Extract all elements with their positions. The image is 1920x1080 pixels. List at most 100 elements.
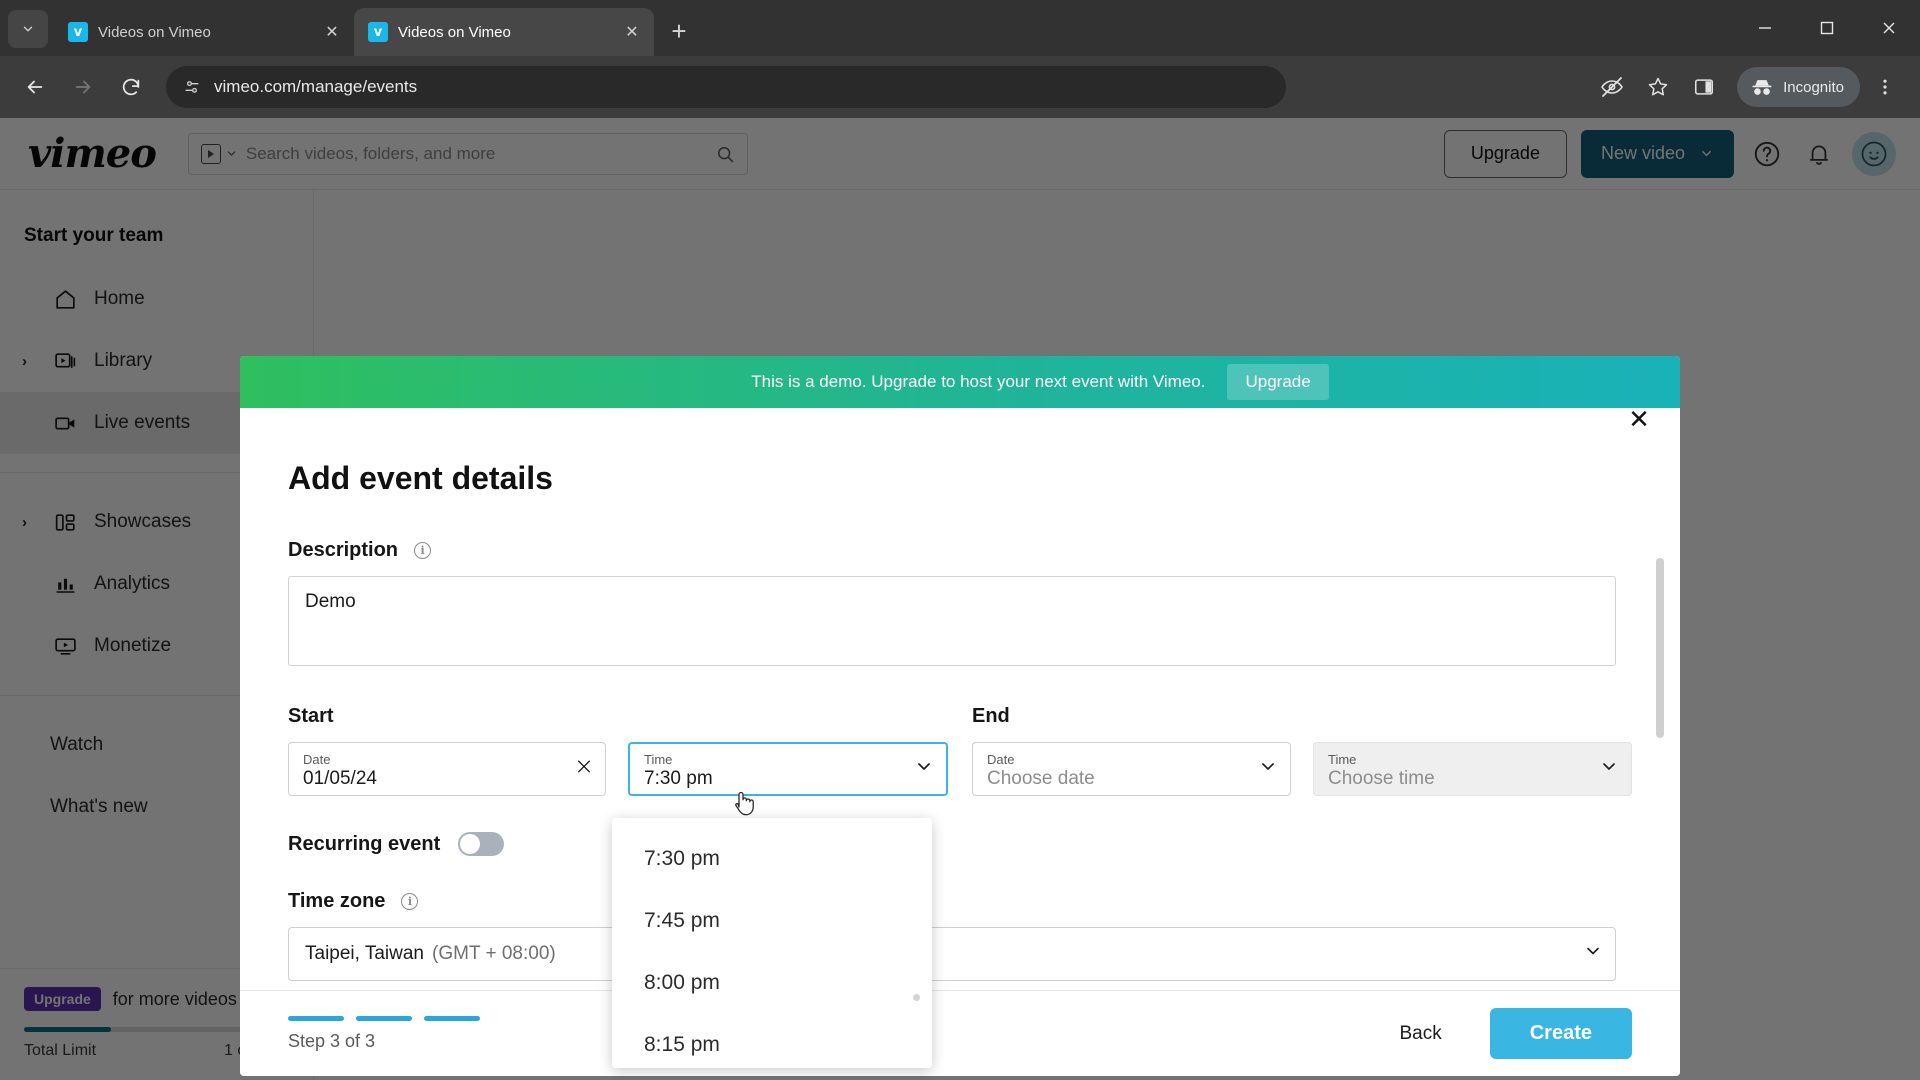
banner-upgrade-button[interactable]: Upgrade bbox=[1227, 364, 1329, 400]
time-option[interactable]: 7:45 pm bbox=[612, 890, 932, 952]
clear-icon[interactable] bbox=[575, 758, 593, 781]
browser-tab[interactable]: v Videos on Vimeo ✕ bbox=[54, 8, 354, 56]
toolbar-right-group: Incognito bbox=[1591, 66, 1906, 108]
tracking-protection-button[interactable] bbox=[1591, 66, 1633, 108]
three-dot-menu-icon bbox=[1883, 79, 1887, 95]
step-bars bbox=[288, 1015, 480, 1021]
chevron-down-icon bbox=[23, 26, 33, 32]
side-panel-icon bbox=[1695, 79, 1714, 95]
page-content: vimeo Upgrade New video bbox=[0, 118, 1920, 1080]
recurring-event-label: Recurring event bbox=[288, 832, 441, 855]
end-date-value: Choose date bbox=[987, 768, 1095, 790]
time-option[interactable]: 8:15 pm bbox=[612, 1014, 932, 1076]
minimize-button[interactable] bbox=[1734, 0, 1796, 56]
scrollbar-thumb[interactable] bbox=[1656, 558, 1664, 738]
modal-body: Add event details Description i Start Da… bbox=[240, 408, 1680, 990]
address-bar[interactable]: vimeo.com/manage/events bbox=[166, 66, 1286, 108]
close-icon[interactable]: ✕ bbox=[620, 20, 644, 44]
window-controls bbox=[1734, 0, 1920, 56]
end-label: End bbox=[972, 705, 1010, 727]
site-settings-icon[interactable] bbox=[182, 77, 202, 97]
end-group: End Date Choose date Time Choose time bbox=[972, 705, 1632, 796]
page-title: Add event details bbox=[288, 460, 553, 496]
modal-footer: Step 3 of 3 Back Create bbox=[240, 990, 1680, 1076]
step-indicator: Step 3 of 3 bbox=[288, 1015, 480, 1052]
maximize-icon bbox=[1820, 21, 1834, 35]
end-date-field[interactable]: Date Choose date bbox=[972, 742, 1291, 796]
end-time-field[interactable]: Time Choose time bbox=[1313, 742, 1632, 796]
time-option[interactable]: 8:00 pm bbox=[612, 952, 932, 1014]
create-button[interactable]: Create bbox=[1489, 1008, 1632, 1059]
info-icon[interactable]: i bbox=[414, 542, 432, 559]
tab-search-button[interactable] bbox=[8, 10, 48, 48]
browser-menu-button[interactable] bbox=[1864, 66, 1906, 108]
maximize-button[interactable] bbox=[1796, 0, 1858, 56]
start-date-label: Date bbox=[303, 751, 331, 767]
description-input[interactable] bbox=[288, 576, 1616, 666]
recurring-event-row: Recurring event bbox=[288, 832, 1632, 856]
timezone-label: Time zone i bbox=[288, 890, 1632, 913]
step-bar bbox=[356, 1015, 412, 1021]
chevron-down-icon[interactable] bbox=[1583, 941, 1603, 967]
start-date-value: 01/05/24 bbox=[303, 768, 377, 790]
star-icon bbox=[1648, 77, 1668, 96]
step-bar bbox=[288, 1015, 344, 1021]
modal-scrollbar[interactable] bbox=[1656, 558, 1664, 938]
incognito-indicator[interactable]: Incognito bbox=[1737, 67, 1860, 107]
start-date-field[interactable]: Date 01/05/24 bbox=[288, 742, 606, 796]
browser-toolbar: vimeo.com/manage/events Incognito bbox=[0, 56, 1920, 118]
incognito-label: Incognito bbox=[1783, 78, 1844, 96]
close-window-button[interactable] bbox=[1858, 0, 1920, 56]
toggle-knob bbox=[460, 834, 481, 854]
incognito-hat-icon bbox=[1752, 80, 1772, 95]
chevron-down-icon[interactable] bbox=[914, 757, 934, 782]
vimeo-favicon: v bbox=[68, 22, 88, 42]
step-label: Step 3 of 3 bbox=[288, 1030, 376, 1051]
time-options-dropdown[interactable]: 7:30 pm 7:45 pm 8:00 pm 8:15 pm bbox=[612, 818, 932, 1068]
new-tab-button[interactable]: + bbox=[660, 12, 698, 50]
time-option[interactable]: 7:30 pm bbox=[612, 828, 932, 890]
description-label: Description i bbox=[288, 539, 1632, 562]
close-icon bbox=[1883, 22, 1895, 34]
close-icon[interactable]: ✕ bbox=[320, 20, 344, 44]
end-time-label: Time bbox=[1328, 751, 1357, 767]
info-icon[interactable]: i bbox=[401, 893, 419, 910]
minimize-icon bbox=[1759, 27, 1771, 29]
url-text: vimeo.com/manage/events bbox=[214, 77, 418, 96]
back-arrow-icon bbox=[27, 80, 43, 94]
chevron-down-icon[interactable] bbox=[1599, 757, 1619, 782]
start-time-field[interactable]: Time 7:30 pm bbox=[628, 742, 948, 796]
eye-slash-icon bbox=[1601, 77, 1624, 97]
footer-actions: Back Create bbox=[1381, 1008, 1632, 1059]
timezone-value: Taipei, Taiwan bbox=[305, 943, 425, 964]
side-panel-button[interactable] bbox=[1683, 66, 1725, 108]
timezone-label-text: Time zone bbox=[288, 890, 386, 912]
start-time-value: 7:30 pm bbox=[644, 768, 713, 790]
back-button[interactable] bbox=[14, 66, 56, 108]
browser-tab-active[interactable]: v Videos on Vimeo ✕ bbox=[354, 8, 654, 56]
tab-title: Videos on Vimeo bbox=[98, 23, 211, 41]
add-event-details-modal: This is a demo. Upgrade to host your nex… bbox=[240, 356, 1680, 1076]
recurring-event-toggle[interactable] bbox=[458, 832, 505, 856]
tab-title: Videos on Vimeo bbox=[398, 23, 511, 41]
back-button[interactable]: Back bbox=[1381, 1013, 1459, 1055]
close-icon[interactable]: ✕ bbox=[1622, 402, 1656, 436]
vimeo-favicon: v bbox=[368, 22, 388, 42]
demo-banner-text: This is a demo. Upgrade to host your nex… bbox=[751, 372, 1206, 391]
schedule-row: Start Date 01/05/24 Time 7:30 pm End Dat… bbox=[288, 705, 1632, 796]
bookmark-button[interactable] bbox=[1637, 66, 1679, 108]
start-time-label: Time bbox=[644, 751, 673, 767]
description-label-text: Description bbox=[288, 539, 399, 561]
dropdown-scroll-indicator bbox=[913, 994, 920, 1001]
mouse-cursor bbox=[730, 786, 760, 825]
step-bar bbox=[424, 1015, 480, 1021]
reload-icon bbox=[122, 78, 140, 96]
end-date-label: Date bbox=[987, 751, 1015, 767]
reload-button[interactable] bbox=[110, 66, 152, 108]
timezone-select[interactable]: Taipei, Taiwan (GMT + 08:00) bbox=[288, 927, 1616, 981]
demo-banner: This is a demo. Upgrade to host your nex… bbox=[240, 356, 1680, 408]
start-label: Start bbox=[288, 705, 334, 727]
chevron-down-icon[interactable] bbox=[1258, 757, 1278, 782]
timezone-gmt: (GMT + 08:00) bbox=[432, 943, 556, 964]
forward-button[interactable] bbox=[62, 66, 104, 108]
